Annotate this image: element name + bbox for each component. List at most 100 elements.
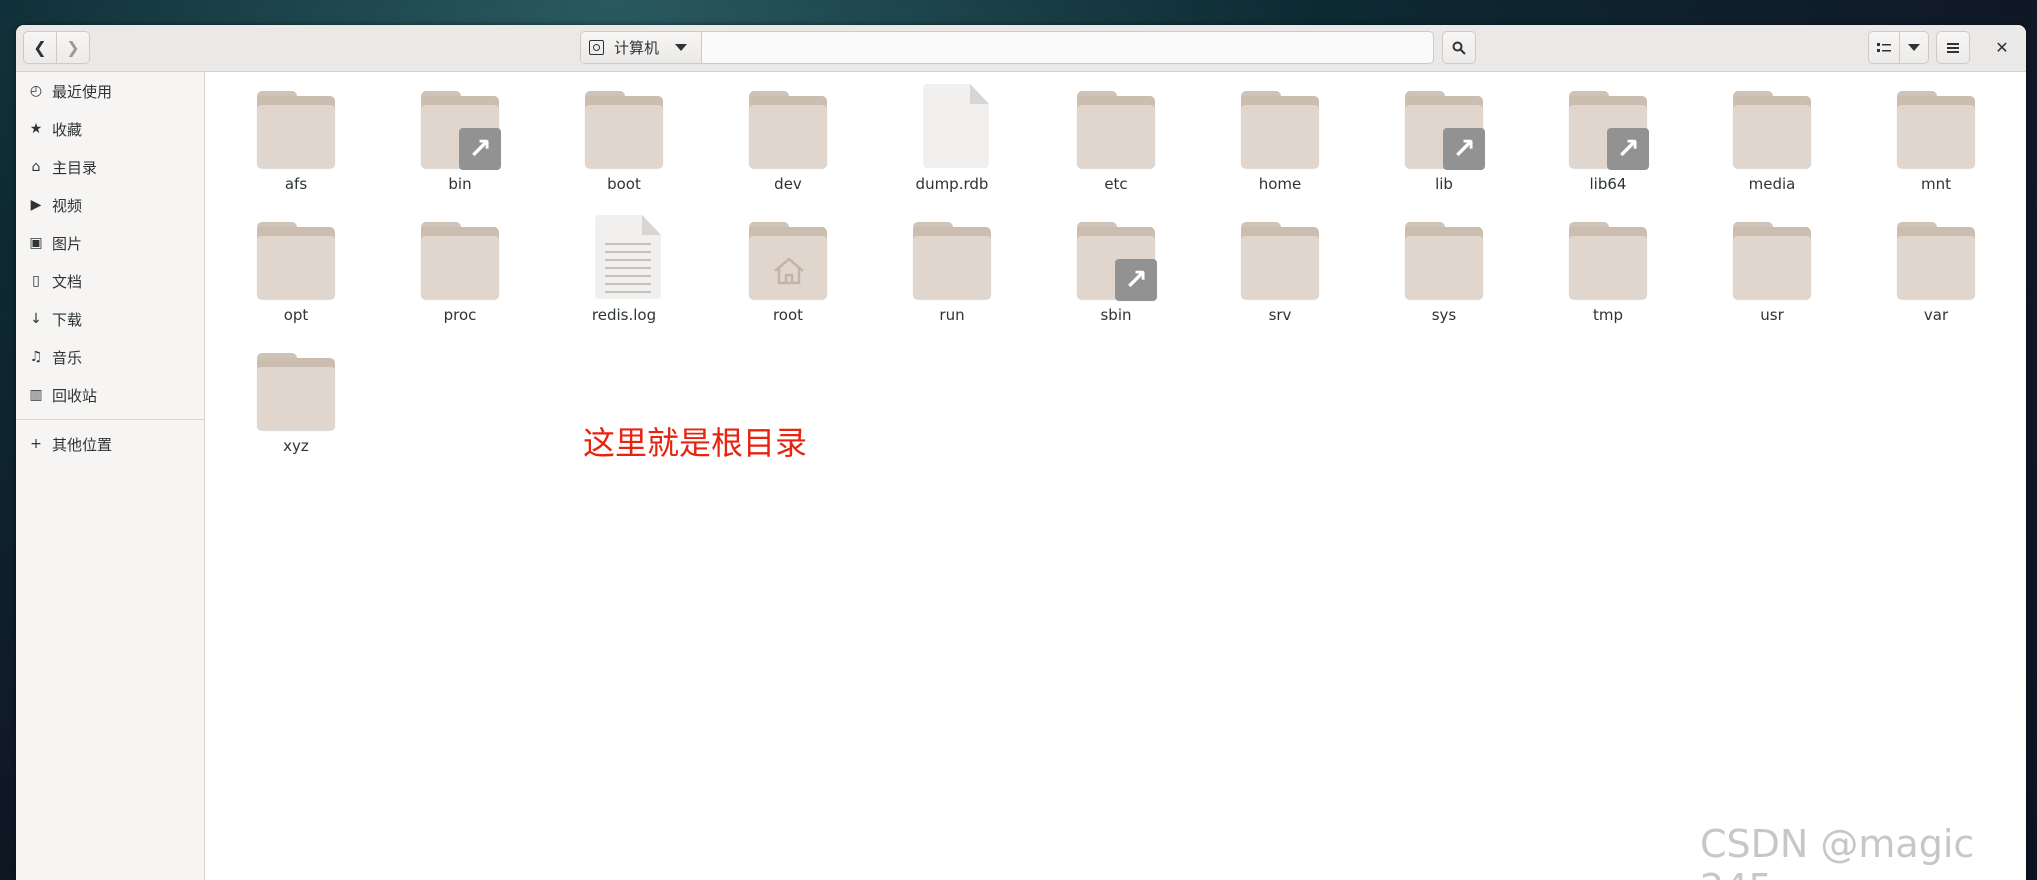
file-name: opt [283, 306, 309, 324]
sidebar-item-videos[interactable]: ▶ 视频 [16, 186, 204, 224]
file-name: usr [1760, 306, 1784, 324]
sidebar-item-home[interactable]: ⌂ 主目录 [16, 148, 204, 186]
chevron-left-icon: ❮ [33, 38, 47, 57]
sidebar-item-trash[interactable]: ▥ 回收站 [16, 376, 204, 414]
drive-icon [589, 40, 604, 55]
sidebar-item-other-locations[interactable]: + 其他位置 [16, 425, 204, 463]
file-item[interactable]: redis.log [549, 213, 699, 333]
sidebar-item-downloads[interactable]: ↓ 下载 [16, 300, 204, 338]
file-item[interactable]: etc [1041, 82, 1191, 202]
folder-icon [1239, 213, 1321, 301]
location-bar[interactable]: 计算机 [580, 31, 1434, 64]
sidebar-item-label: 主目录 [52, 158, 98, 177]
folder-icon [1567, 213, 1649, 301]
hamburger-menu-icon [1947, 42, 1959, 53]
trash-icon: ▥ [29, 387, 43, 403]
file-item[interactable]: xyz [221, 344, 371, 464]
file-item[interactable]: ↗ sbin [1041, 213, 1191, 333]
chevron-right-icon: ❯ [66, 38, 80, 57]
path-field[interactable] [702, 32, 1433, 63]
file-name: lib64 [1589, 175, 1627, 193]
file-item[interactable]: usr [1697, 213, 1847, 333]
sidebar-item-label: 图片 [52, 234, 83, 253]
star-icon: ★ [29, 121, 43, 137]
watermark: CSDN @magic 245 [1700, 822, 1975, 880]
folder-icon [1075, 82, 1157, 170]
file-name: etc [1104, 175, 1128, 193]
file-item[interactable]: tmp [1533, 213, 1683, 333]
file-item[interactable]: srv [1205, 213, 1355, 333]
folder-icon: ↗ [1567, 82, 1649, 170]
download-icon: ↓ [30, 311, 42, 327]
file-item[interactable]: home [1205, 82, 1355, 202]
file-name: bin [448, 175, 472, 193]
clock-icon: ◴ [29, 83, 43, 99]
home-icon [774, 257, 804, 285]
file-item[interactable]: root [713, 213, 863, 333]
forward-button[interactable]: ❯ [56, 31, 90, 64]
file-item[interactable]: ↗ lib [1369, 82, 1519, 202]
file-name: media [1748, 175, 1796, 193]
file-item[interactable]: proc [385, 213, 535, 333]
search-button[interactable] [1442, 31, 1476, 64]
view-options-button[interactable] [1899, 31, 1929, 64]
search-icon [1452, 41, 1466, 55]
text-file-icon [583, 213, 665, 301]
file-item[interactable]: boot [549, 82, 699, 202]
file-name: afs [284, 175, 308, 193]
sidebar-item-label: 最近使用 [52, 82, 113, 101]
sidebar-item-starred[interactable]: ★ 收藏 [16, 110, 204, 148]
file-item[interactable]: sys [1369, 213, 1519, 333]
file-name: srv [1268, 306, 1292, 324]
folder-icon: ↗ [1403, 82, 1485, 170]
list-view-icon [1877, 42, 1891, 52]
sidebar-item-recent[interactable]: ◴ 最近使用 [16, 72, 204, 110]
file-item[interactable]: var [1861, 213, 2011, 333]
file-name: sbin [1100, 306, 1132, 324]
sidebar-item-label: 其他位置 [52, 435, 113, 454]
file-item[interactable]: dump.rdb [877, 82, 1027, 202]
file-name: root [772, 306, 804, 324]
folder-icon [1895, 82, 1977, 170]
sidebar-item-music[interactable]: ♫ 音乐 [16, 338, 204, 376]
folder-icon [255, 82, 337, 170]
folder-icon [1403, 213, 1485, 301]
close-button[interactable]: ✕ [1990, 35, 2014, 59]
sidebar-item-pictures[interactable]: ▣ 图片 [16, 224, 204, 262]
file-item[interactable]: ↗ lib64 [1533, 82, 1683, 202]
file-name: xyz [283, 437, 309, 455]
file-manager-window: ❮ ❯ 计算机 ✕ ◴ 最近使用 ★ 收藏 ⌂ 主目录 ▶ 视频 ▣ 图片 ▯ … [16, 25, 2026, 880]
chevron-down-icon[interactable] [675, 44, 688, 51]
back-button[interactable]: ❮ [23, 31, 57, 64]
file-name: run [939, 306, 965, 324]
path-crumb-computer[interactable]: 计算机 [581, 32, 702, 63]
folder-icon: ↗ [1075, 213, 1157, 301]
header-bar: ❮ ❯ 计算机 ✕ [16, 25, 2026, 72]
symlink-arrow-icon: ↗ [1443, 128, 1485, 170]
file-item[interactable]: dev [713, 82, 863, 202]
video-icon: ▶ [30, 197, 42, 213]
folder-icon [419, 213, 501, 301]
file-view[interactable]: afs ↗ bin boot dev dump.rdb etc home ↗ lib ↗ lib64 m… [206, 72, 2026, 880]
view-mode-button[interactable] [1868, 31, 1900, 64]
file-name: boot [607, 175, 641, 193]
file-item[interactable]: ↗ bin [385, 82, 535, 202]
file-item[interactable]: media [1697, 82, 1847, 202]
file-name: var [1923, 306, 1949, 324]
annotation-text: 这里就是根目录 [583, 424, 808, 462]
file-icon [911, 82, 993, 170]
file-name: lib [1435, 175, 1453, 193]
folder-icon [255, 344, 337, 432]
file-item[interactable]: afs [221, 82, 371, 202]
file-item[interactable]: opt [221, 213, 371, 333]
folder-icon: ↗ [419, 82, 501, 170]
folder-icon [1731, 213, 1813, 301]
sidebar-item-label: 收藏 [52, 120, 83, 139]
sidebar-item-documents[interactable]: ▯ 文档 [16, 262, 204, 300]
folder-icon [1731, 82, 1813, 170]
symlink-arrow-icon: ↗ [1115, 259, 1157, 301]
file-item[interactable]: run [877, 213, 1027, 333]
file-item[interactable]: mnt [1861, 82, 2011, 202]
menu-button[interactable] [1936, 31, 1970, 64]
sidebar-item-label: 视频 [52, 196, 83, 215]
